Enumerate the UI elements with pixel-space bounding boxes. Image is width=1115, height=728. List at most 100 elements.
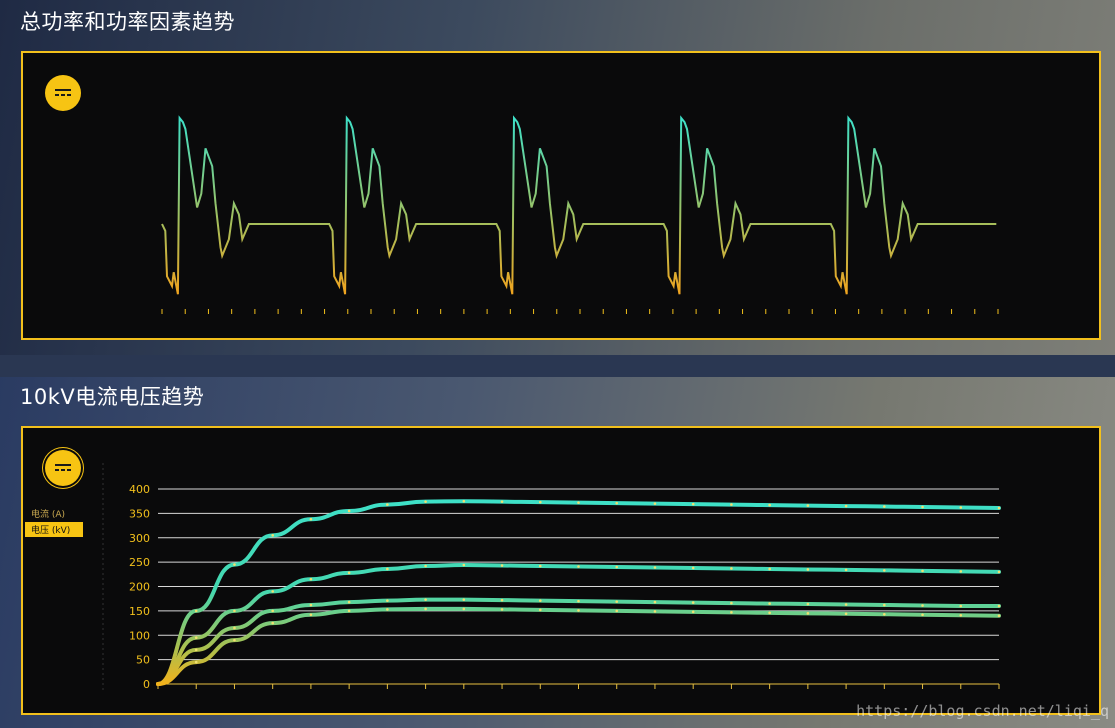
series-point (424, 598, 427, 601)
series-point (730, 611, 733, 614)
series-point (233, 609, 236, 613)
series-point (806, 602, 810, 606)
series-point (921, 569, 924, 573)
series-point (347, 509, 351, 513)
series-point (194, 636, 198, 639)
series-point (424, 607, 427, 611)
series-point (271, 621, 274, 625)
series-point (500, 564, 504, 567)
series-point (806, 504, 810, 507)
series-point (768, 611, 771, 615)
series-point (997, 604, 1001, 608)
series-point (233, 638, 236, 642)
series-point (500, 598, 504, 602)
series-point (386, 608, 389, 611)
series-point (959, 506, 963, 509)
series-point (844, 568, 848, 572)
series-point (959, 613, 963, 617)
series-point (730, 567, 733, 570)
series-point (997, 506, 1001, 510)
series-point (309, 517, 313, 521)
y-tick-label: 150 (129, 605, 150, 618)
series-line-1[interactable] (156, 563, 1001, 686)
series-point (653, 610, 657, 613)
series-point (462, 598, 466, 601)
series-point (194, 660, 198, 664)
series-point (347, 600, 351, 604)
series-point (691, 601, 695, 604)
y-tick-label: 100 (129, 629, 150, 642)
series-point (653, 600, 657, 604)
series-point (883, 612, 886, 616)
section-divider (0, 355, 1115, 377)
series-point (233, 626, 236, 630)
y-tick-label: 400 (129, 483, 150, 496)
series-point (959, 570, 963, 573)
y-tick-label: 50 (136, 654, 150, 667)
power-chart-panel (21, 51, 1101, 340)
series-point (309, 603, 313, 607)
series-point (921, 604, 924, 607)
section2-title: 10kV电流电压趋势 (20, 385, 205, 409)
series-point (194, 648, 198, 652)
series-point (271, 609, 274, 613)
series-point (653, 502, 657, 505)
series-point (538, 500, 542, 504)
series-point (883, 603, 886, 607)
series-point (577, 565, 580, 568)
series-point (921, 505, 924, 509)
series-point (691, 610, 695, 614)
series-point (462, 499, 466, 503)
section1-title: 总功率和功率因素趋势 (20, 10, 235, 34)
series-point (806, 568, 810, 571)
series-point (462, 607, 466, 611)
series-point (309, 613, 313, 617)
series-point (538, 599, 542, 602)
series-line-0[interactable] (156, 499, 1001, 686)
series-point (462, 563, 466, 567)
series-point (691, 502, 695, 506)
y-tick-label: 200 (129, 581, 150, 594)
voltage-chart-panel: 电流 (A) 电压 (kV) 0 50 100 150 200 250 300 350 400 (21, 426, 1101, 715)
series-point (883, 505, 886, 508)
series-point (615, 565, 619, 569)
series-point (233, 563, 236, 566)
series-point (615, 600, 619, 603)
series-point (806, 612, 810, 615)
series-point (500, 608, 504, 611)
series-line-3[interactable] (156, 606, 1001, 686)
y-tick-label: 350 (129, 507, 150, 520)
series-point (271, 590, 274, 593)
power-trend-chart (161, 115, 999, 314)
series-point (730, 503, 733, 506)
series-point (577, 609, 580, 612)
series-point (768, 503, 771, 507)
series-point (844, 612, 848, 616)
series-point (883, 569, 886, 572)
series-point (424, 564, 427, 568)
watermark: https://blog.csdn.net/liqi_q (856, 702, 1109, 720)
series-point (500, 500, 504, 503)
series-point (577, 501, 580, 504)
series-point (768, 567, 771, 571)
series-point (386, 567, 389, 571)
series-point (997, 570, 1001, 574)
series-point (921, 613, 924, 617)
series-point (730, 601, 733, 605)
series-point (615, 609, 619, 613)
series-point (538, 608, 542, 612)
series-point (844, 504, 848, 508)
series-point (538, 564, 542, 568)
y-tick-label: 0 (143, 678, 150, 691)
series-point (615, 501, 619, 505)
series-point (768, 602, 771, 605)
current-voltage-chart: 0 50 100 150 200 250 300 350 400 (102, 463, 1001, 691)
series-point (997, 614, 1001, 618)
series-point (271, 534, 274, 537)
series-point (653, 566, 657, 569)
series-point (194, 609, 198, 613)
y-tick-label: 300 (129, 532, 150, 545)
series-point (386, 599, 389, 602)
series-point (424, 500, 427, 503)
series-point (386, 503, 389, 506)
